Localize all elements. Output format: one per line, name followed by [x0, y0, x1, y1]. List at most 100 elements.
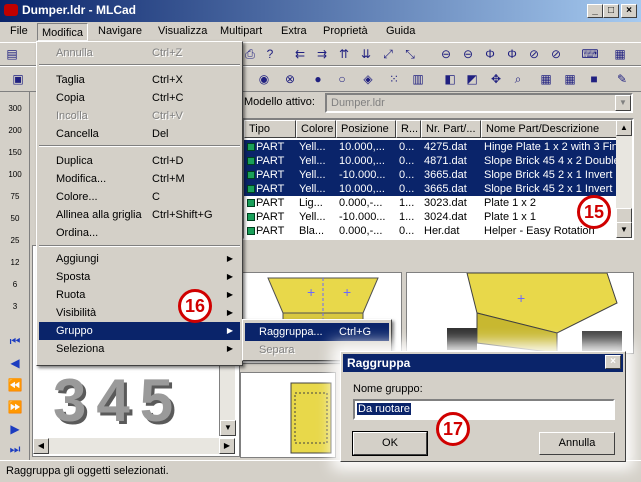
menu-item-aggiungi[interactable]: Aggiungi ▶ [39, 250, 240, 268]
menu-extra[interactable]: Extra [281, 25, 307, 37]
zoom-75-button[interactable]: 75 [6, 188, 24, 206]
table-row[interactable]: PART Yell... -10.000... 1... 3024.dat Plate 1… [244, 210, 619, 224]
chevron-down-icon[interactable]: ▼ [615, 95, 631, 111]
rotate-x2-icon[interactable]: ⊖ [458, 44, 478, 64]
scroll-up-icon[interactable]: ▲ [616, 120, 632, 136]
view-move-icon[interactable]: ✥ [486, 69, 506, 89]
table-row[interactable]: PART Yell... -10.000... 0... 3665.dat Slope B… [244, 168, 619, 182]
menu-item-taglia[interactable]: Taglia Ctrl+X [39, 71, 240, 89]
view-iso-icon[interactable]: ◩ [462, 69, 482, 89]
group-name-field[interactable]: Da ruotare [353, 399, 615, 420]
cancel-button[interactable]: Annulla [539, 432, 615, 455]
table-scrollbar[interactable]: ▲ ▼ [616, 120, 632, 238]
zoom-12-button[interactable]: 12 [6, 254, 24, 272]
move-down-icon[interactable]: ⇊ [356, 44, 376, 64]
col-r[interactable]: R... [396, 120, 421, 138]
col-tipo[interactable]: Tipo [244, 120, 296, 138]
move-diag-icon[interactable]: ⤢ [378, 44, 398, 64]
menu-item-ordina[interactable]: Ordina... [39, 224, 240, 242]
table-row[interactable]: PART Yell... 10.000,... 0... 4275.dat Hinge P… [244, 140, 619, 154]
menu-item-copia[interactable]: Copia Ctrl+C [39, 89, 240, 107]
col-nome[interactable]: Nome Part/Descrizione [481, 120, 619, 138]
zoom-100-button[interactable]: 100 [6, 166, 24, 184]
first-step-icon[interactable]: ⏮ [6, 332, 24, 350]
menu-item-gruppo[interactable]: Gruppo ▶ [39, 322, 240, 340]
menu-item-duplica[interactable]: Duplica Ctrl+D [39, 152, 240, 170]
help-icon[interactable]: ? [260, 44, 280, 64]
move-up-icon[interactable]: ⇈ [334, 44, 354, 64]
menu-visualizza[interactable]: Visualizza [158, 25, 207, 37]
zoom-icon[interactable]: ⌕ [508, 69, 528, 89]
grid-icon[interactable]: ▥ [408, 69, 428, 89]
menu-item-incolla[interactable]: Incolla Ctrl+V [39, 107, 240, 125]
col-posizione[interactable]: Posizione [336, 120, 396, 138]
menu-item-sposta[interactable]: Sposta ▶ [39, 268, 240, 286]
pencil-icon[interactable]: ✎ [612, 69, 632, 89]
rotate-x-icon[interactable]: ⊖ [436, 44, 456, 64]
menu-file[interactable]: File [10, 25, 28, 37]
deselect-icon[interactable]: ⊗ [280, 69, 300, 89]
table-row[interactable]: PART Yell... 10.000,... 0... 4871.dat Slope B… [244, 154, 619, 168]
minimize-button[interactable]: _ [587, 4, 603, 18]
col-nr-part[interactable]: Nr. Part/... [421, 120, 481, 138]
zoom-200-button[interactable]: 200 [6, 122, 24, 140]
menu-item-colore[interactable]: Colore... C [39, 188, 240, 206]
menu-navigare[interactable]: Navigare [98, 25, 142, 37]
bulb-icon[interactable]: ○ [332, 69, 352, 89]
menu-guida[interactable]: Guida [386, 25, 415, 37]
brick-icon[interactable]: ◈ [358, 69, 378, 89]
model-select[interactable]: Dumper.ldr ▼ [325, 93, 633, 113]
next-step-icon[interactable]: ▶ [6, 420, 24, 438]
menu-raggruppa[interactable]: Raggruppa... Ctrl+G [245, 323, 389, 341]
layout-1-icon[interactable]: ▦ [536, 69, 556, 89]
zoom-150-button[interactable]: 150 [6, 144, 24, 162]
zoom-50-button[interactable]: 50 [6, 210, 24, 228]
ok-button[interactable]: OK [352, 431, 428, 456]
rotate-z-icon[interactable]: ⊘ [524, 44, 544, 64]
grid-dots-icon[interactable]: ⁙ [384, 69, 404, 89]
menu-item-seleziona[interactable]: Seleziona ▶ [39, 340, 240, 358]
menu-proprieta[interactable]: Proprietà [323, 25, 368, 37]
rotate-y-icon[interactable]: Φ [480, 44, 500, 64]
rotate-y2-icon[interactable]: Φ [502, 44, 522, 64]
zoom-25-button[interactable]: 25 [6, 232, 24, 250]
scroll-down-icon[interactable]: ▼ [616, 222, 632, 238]
view-front-icon[interactable]: ◧ [440, 69, 460, 89]
properties-icon[interactable]: ▦ [610, 44, 630, 64]
menu-item-modifica[interactable]: Modifica... Ctrl+M [39, 170, 240, 188]
forward-icon[interactable]: ⏩ [6, 398, 24, 416]
zoom-3-button[interactable]: 3 [6, 298, 24, 316]
menu-modifica[interactable]: Modifica [37, 23, 88, 41]
move-diag2-icon[interactable]: ⤡ [400, 44, 420, 64]
print-icon[interactable]: ⎙ [240, 44, 260, 64]
select-icon[interactable]: ◉ [254, 69, 274, 89]
last-step-icon[interactable]: ⏭ [6, 440, 24, 458]
table-row[interactable]: PART Yell... 10.000,... 0... 3665.dat Slope B… [244, 182, 619, 196]
menu-multipart[interactable]: Multipart [220, 25, 262, 37]
dialog-close-button[interactable]: × [605, 355, 621, 369]
preview-hscrollbar[interactable]: ◀ ▶ [33, 438, 235, 454]
preview-scroll-left-icon[interactable]: ◀ [33, 438, 49, 454]
table-row[interactable]: PART Lig... 0.000,-... 1... 3023.dat Plate 1 … [244, 196, 619, 210]
preview-scrollbar[interactable]: ▼ [219, 366, 236, 436]
move-left-icon[interactable]: ⇇ [290, 44, 310, 64]
close-button[interactable]: × [621, 4, 637, 18]
preview-scroll-down-icon[interactable]: ▼ [220, 420, 236, 436]
preview-scroll-right-icon[interactable]: ▶ [219, 438, 235, 454]
table-row[interactable]: PART Bla... 0.000,-... 0... Her.dat Helper - … [244, 224, 619, 238]
move-right-icon[interactable]: ⇉ [312, 44, 332, 64]
rewind-icon[interactable]: ⏪ [6, 376, 24, 394]
layout-full-icon[interactable]: ■ [584, 69, 604, 89]
maximize-button[interactable]: □ [603, 4, 619, 18]
new-icon[interactable]: ▤ [2, 44, 22, 64]
menu-item-cancella[interactable]: Cancella Del [39, 125, 240, 143]
rotate-z2-icon[interactable]: ⊘ [546, 44, 566, 64]
keyboard-icon[interactable]: ⌨ [580, 44, 600, 64]
layout-4-icon[interactable]: ▦ [560, 69, 580, 89]
col-colore[interactable]: Colore [296, 120, 336, 138]
light-icon[interactable]: ● [308, 69, 328, 89]
zoom-6-button[interactable]: 6 [6, 276, 24, 294]
open-icon[interactable]: ▣ [8, 69, 28, 89]
prev-step-icon[interactable]: ◀ [6, 354, 24, 372]
zoom-300-button[interactable]: 300 [6, 100, 24, 118]
